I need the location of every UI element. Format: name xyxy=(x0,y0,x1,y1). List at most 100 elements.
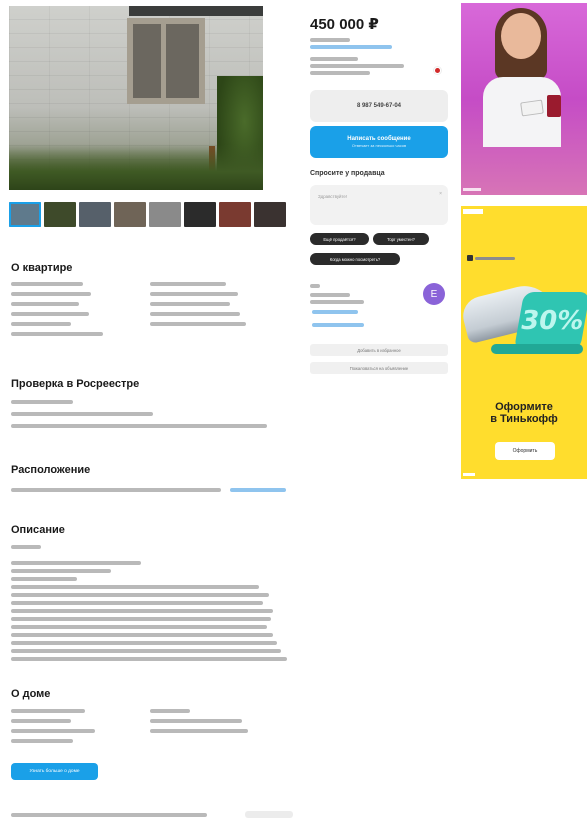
ad-headline-line: в Тинькофф xyxy=(490,413,558,425)
ad-percent-base xyxy=(491,344,583,354)
description-line xyxy=(11,561,141,565)
price-per-meter-line xyxy=(310,38,350,42)
check-line xyxy=(11,424,267,428)
house-param-line xyxy=(11,739,73,743)
house-param-line xyxy=(150,719,242,723)
check-line xyxy=(11,400,73,404)
seller-name-line[interactable] xyxy=(310,64,404,68)
thumbnail[interactable] xyxy=(79,202,111,227)
seller-type-line xyxy=(310,57,358,61)
house-param-line xyxy=(11,719,71,723)
seller-label-line xyxy=(310,284,320,288)
param-line xyxy=(11,332,103,336)
param-line xyxy=(150,322,246,326)
seller-avatar[interactable]: Е xyxy=(423,283,445,305)
show-phone-button[interactable]: 8 987 549-67-04 xyxy=(310,90,448,122)
ad-badge xyxy=(463,209,483,214)
seller-card-line xyxy=(310,293,350,297)
param-line xyxy=(11,312,89,316)
quick-question-chip[interactable]: Когда можно посмотреть? xyxy=(310,253,400,265)
quick-question-chip[interactable]: Ещё продаётся? xyxy=(310,233,369,245)
description-line xyxy=(11,657,287,661)
thumbnail[interactable] xyxy=(9,202,41,227)
house-param-line xyxy=(11,709,85,713)
description-line xyxy=(11,585,259,589)
write-message-sublabel: Отвечает за несколько часов xyxy=(351,143,407,148)
description-line xyxy=(11,641,277,645)
address-line xyxy=(11,488,221,492)
seller-tag xyxy=(312,323,364,327)
ad-brand-line xyxy=(475,256,515,260)
photo-window xyxy=(127,18,205,104)
about-apartment-title: О квартире xyxy=(11,262,73,274)
clear-icon[interactable]: × xyxy=(439,191,442,197)
description-line xyxy=(11,601,263,605)
description-title: Описание xyxy=(11,524,65,536)
house-param-line xyxy=(150,709,190,713)
write-message-button[interactable]: Написать сообщение Отвечает за несколько… xyxy=(310,126,448,158)
description-line xyxy=(11,609,273,613)
bottom-bar-button[interactable] xyxy=(245,811,293,818)
param-line xyxy=(150,292,238,296)
show-on-map-link[interactable] xyxy=(230,488,286,492)
photo-grass xyxy=(9,144,263,190)
house-param-line xyxy=(11,729,95,733)
description-line xyxy=(11,569,111,573)
bottom-bar xyxy=(11,810,293,819)
thumbnail[interactable] xyxy=(184,202,216,227)
check-line xyxy=(11,412,153,416)
seller-logo-icon xyxy=(433,66,442,75)
thumbnail[interactable] xyxy=(114,202,146,227)
ad-drink-icon xyxy=(547,95,561,117)
param-line xyxy=(11,282,83,286)
bottom-bar-line xyxy=(11,812,207,817)
param-line xyxy=(150,312,240,316)
param-line xyxy=(150,302,230,306)
main-photo[interactable] xyxy=(9,6,263,190)
description-line xyxy=(11,625,267,629)
report-listing-button[interactable]: Пожаловаться на объявление xyxy=(310,362,448,374)
ad-banner-tinkoff[interactable]: 30% Оформите в Тинькофф Оформить xyxy=(461,206,587,479)
house-param-line xyxy=(150,729,248,733)
mortgage-link[interactable] xyxy=(310,45,392,49)
param-line xyxy=(11,322,71,326)
location-title: Расположение xyxy=(11,464,91,476)
learn-more-house-button[interactable]: Узнать больше о доме xyxy=(11,763,98,780)
description-line xyxy=(11,577,77,581)
ask-seller-input[interactable]: Здравствуйте! × xyxy=(310,185,448,225)
listing-price: 450 000 ₽ xyxy=(310,16,379,33)
write-message-label: Написать сообщение xyxy=(347,136,411,142)
photo-thumbnails xyxy=(9,202,286,227)
thumbnail[interactable] xyxy=(149,202,181,227)
seller-tag xyxy=(312,310,358,314)
thumbnail[interactable] xyxy=(44,202,76,227)
ad-label xyxy=(463,473,475,476)
photo-roof xyxy=(129,6,263,16)
shield-icon xyxy=(467,255,473,261)
quick-question-chip[interactable]: Торг уместен? xyxy=(373,233,429,245)
ad-banner-bank-card[interactable] xyxy=(461,3,587,195)
ad-headline: Оформите в Тинькофф xyxy=(461,401,587,425)
param-line xyxy=(11,292,91,296)
seller-meta-line xyxy=(310,71,370,75)
seller-card-line xyxy=(310,300,364,304)
param-line xyxy=(150,282,226,286)
description-line xyxy=(11,649,281,653)
ad-brand xyxy=(467,255,515,261)
ad-cta-button[interactable]: Оформить xyxy=(495,442,555,460)
description-line xyxy=(11,617,271,621)
ask-seller-title: Спросите у продавца xyxy=(310,170,385,177)
about-house-title: О доме xyxy=(11,688,51,700)
ad-person-face xyxy=(501,13,541,59)
ask-seller-placeholder: Здравствуйте! xyxy=(318,194,348,199)
description-line xyxy=(11,545,41,549)
rosreestr-title: Проверка в Росреестре xyxy=(11,378,140,390)
ad-percent: 30% xyxy=(513,292,587,350)
add-to-favorites-button[interactable]: Добавить в избранное xyxy=(310,344,448,356)
param-line xyxy=(11,302,79,306)
thumbnail[interactable] xyxy=(219,202,251,227)
description-line xyxy=(11,633,273,637)
description-line xyxy=(11,593,269,597)
ad-headline-line: Оформите xyxy=(495,401,553,413)
thumbnail[interactable] xyxy=(254,202,286,227)
